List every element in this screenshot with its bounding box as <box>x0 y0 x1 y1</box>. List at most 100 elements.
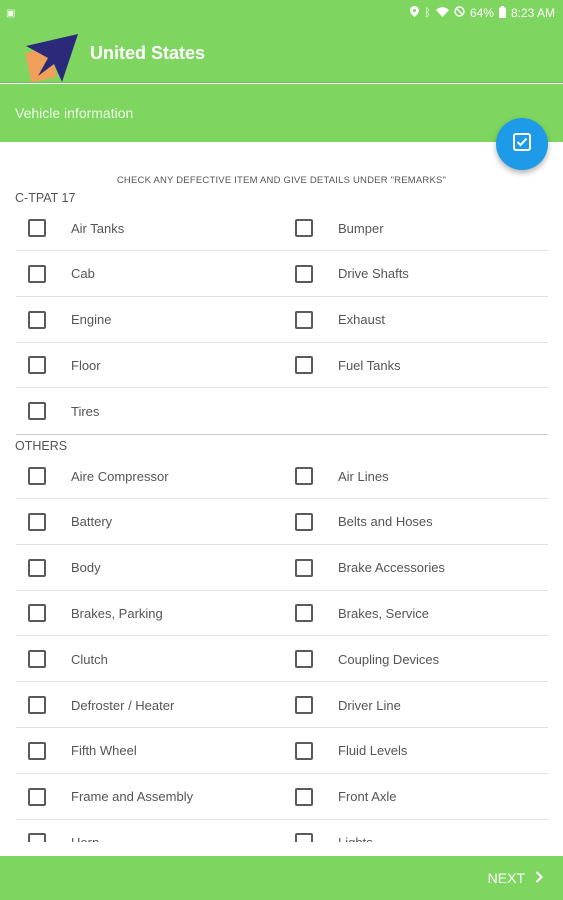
item-checkbox[interactable] <box>295 512 313 531</box>
checklist-row: Engine Exhaust <box>16 297 548 343</box>
checklist-item[interactable]: Belts and Hoses <box>295 499 433 545</box>
item-checkbox[interactable] <box>28 310 46 329</box>
item-label: Body <box>71 560 101 576</box>
checklist-row: Defroster / Heater Driver Line <box>16 682 548 728</box>
item-label: Driver Line <box>338 697 401 713</box>
checklist-item[interactable]: Air Lines <box>295 453 389 499</box>
checklist-item[interactable]: Battery <box>28 499 112 545</box>
checklist-item[interactable]: Tires <box>28 388 99 434</box>
item-label: Floor <box>71 357 101 373</box>
location-icon <box>410 6 420 20</box>
wifi-icon <box>435 6 449 20</box>
checklist-row: Tires <box>16 388 548 434</box>
next-button[interactable]: NEXT <box>488 856 543 900</box>
checklist-row: Horn Lights <box>16 819 548 842</box>
item-label: Air Lines <box>338 468 389 484</box>
item-checkbox[interactable] <box>295 264 313 283</box>
clock-time: 8:23 AM <box>510 6 555 20</box>
item-checkbox[interactable] <box>28 741 46 760</box>
item-checkbox[interactable] <box>28 650 46 669</box>
app-bar: United States <box>0 26 563 83</box>
item-checkbox[interactable] <box>295 467 313 485</box>
item-label: Coupling Devices <box>338 651 440 667</box>
item-checkbox[interactable] <box>295 310 313 329</box>
page-subheader: Vehicle information <box>0 84 563 142</box>
item-checkbox[interactable] <box>28 264 46 283</box>
item-checkbox[interactable] <box>28 833 46 842</box>
bottom-bar: NEXT <box>0 856 563 900</box>
do-not-disturb-icon <box>454 6 465 20</box>
checklist-item[interactable]: Air Tanks <box>28 205 124 251</box>
checklist-item[interactable]: Frame and Assembly <box>28 774 193 820</box>
checklist-item[interactable]: Brake Accessories <box>295 545 445 591</box>
gallery-notification-icon: ▣ <box>6 7 16 19</box>
item-label: Belts and Hoses <box>338 514 433 530</box>
bluetooth-icon: ᛒ <box>424 7 431 19</box>
item-checkbox[interactable] <box>295 604 313 623</box>
item-checkbox[interactable] <box>295 219 313 237</box>
item-label: Front Axle <box>338 789 397 805</box>
item-checkbox[interactable] <box>28 467 46 485</box>
checklist-row: Fifth Wheel Fluid Levels <box>16 728 548 774</box>
checklist-item[interactable]: Bumper <box>295 205 384 251</box>
checklist-item[interactable]: Aire Compressor <box>28 453 169 499</box>
checklist-item[interactable]: Horn <box>28 819 99 842</box>
item-checkbox[interactable] <box>28 219 46 237</box>
checklist-item[interactable]: Brakes, Service <box>295 590 429 636</box>
item-checkbox[interactable] <box>28 558 46 577</box>
checklist-row: Cab Drive Shafts <box>16 251 548 297</box>
item-label: Battery <box>71 514 113 530</box>
item-label: Brake Accessories <box>338 560 445 576</box>
checklist-item[interactable]: Coupling Devices <box>295 636 439 682</box>
checklist-item[interactable]: Engine <box>28 297 111 343</box>
select-all-fab-button[interactable] <box>496 118 548 170</box>
item-checkbox[interactable] <box>28 787 46 806</box>
checklist-item[interactable]: Front Axle <box>295 774 397 820</box>
item-label: Air Tanks <box>71 220 125 236</box>
item-checkbox[interactable] <box>28 402 46 421</box>
checklist-item[interactable]: Clutch <box>28 636 108 682</box>
checklist-item[interactable]: Fluid Levels <box>295 728 407 774</box>
page-title: Vehicle information <box>15 105 134 121</box>
battery-icon <box>498 5 506 21</box>
checklist-content[interactable]: CHECK ANY DEFECTIVE ITEM AND GIVE DETAIL… <box>0 142 563 842</box>
app-title: United States <box>90 43 206 63</box>
item-label: Fuel Tanks <box>338 357 401 373</box>
item-label: Drive Shafts <box>338 266 409 282</box>
item-checkbox[interactable] <box>295 356 313 375</box>
item-checkbox[interactable] <box>28 512 46 531</box>
item-checkbox[interactable] <box>295 741 313 760</box>
item-label: Frame and Assembly <box>71 789 194 805</box>
app-logo <box>24 32 80 84</box>
item-checkbox[interactable] <box>295 650 313 669</box>
checklist-row: Aire Compressor Air Lines <box>16 453 548 499</box>
checklist-item[interactable]: Exhaust <box>295 297 385 343</box>
checklist-item[interactable]: Fuel Tanks <box>295 342 401 388</box>
check-box-icon <box>513 132 531 156</box>
checklist-row: Air Tanks Bumper <box>16 205 548 251</box>
checklist-item[interactable]: Drive Shafts <box>295 251 409 297</box>
checklist-item[interactable]: Defroster / Heater <box>28 682 174 728</box>
checklist-item[interactable]: Floor <box>28 342 101 388</box>
item-checkbox[interactable] <box>28 696 46 714</box>
item-checkbox[interactable] <box>28 604 46 623</box>
checklist-row: Battery Belts and Hoses <box>16 499 548 545</box>
instruction-text: CHECK ANY DEFECTIVE ITEM AND GIVE DETAIL… <box>116 175 447 186</box>
item-checkbox[interactable] <box>295 787 313 806</box>
checklist-item[interactable]: Brakes, Parking <box>28 590 163 636</box>
next-button-label: NEXT <box>487 870 525 886</box>
checklist-item[interactable]: Body <box>28 545 101 591</box>
checklist-row: Brakes, Parking Brakes, Service <box>16 590 548 637</box>
item-label: Horn <box>71 835 99 842</box>
checklist-item[interactable]: Fifth Wheel <box>28 728 137 774</box>
checklist-row: Clutch Coupling Devices <box>16 636 548 683</box>
checklist-item[interactable]: Driver Line <box>295 682 401 728</box>
item-checkbox[interactable] <box>295 833 313 842</box>
item-checkbox[interactable] <box>295 558 313 577</box>
item-label: Bumper <box>338 220 384 236</box>
checklist-item[interactable]: Cab <box>28 251 95 297</box>
item-checkbox[interactable] <box>295 696 313 714</box>
checklist-item[interactable]: Lights <box>295 819 373 842</box>
item-checkbox[interactable] <box>28 356 46 375</box>
status-indicators: ᛒ 64% 8:23 AM <box>410 5 555 21</box>
